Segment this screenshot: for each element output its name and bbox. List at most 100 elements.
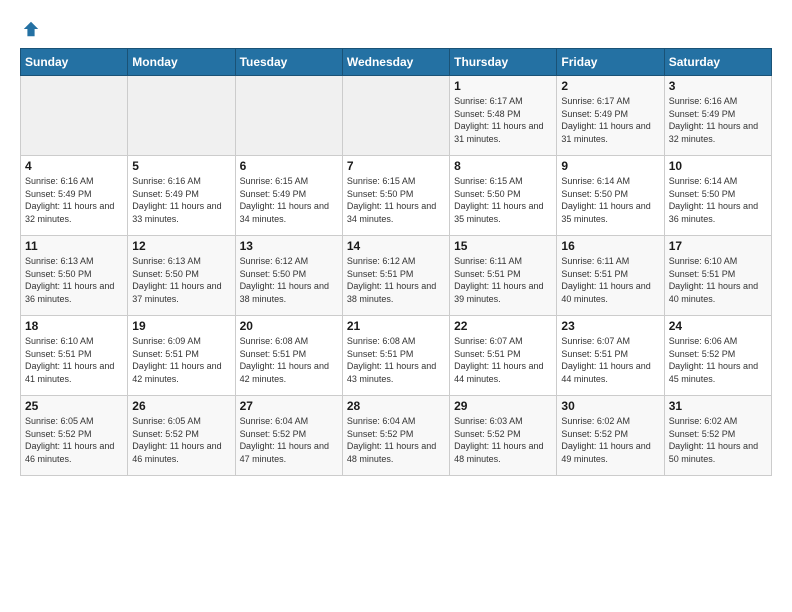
day-info: Sunrise: 6:15 AMSunset: 5:49 PMDaylight:…: [240, 175, 338, 225]
calendar-header-wednesday: Wednesday: [342, 49, 449, 76]
calendar-week-row: 4 Sunrise: 6:16 AMSunset: 5:49 PMDaylight…: [21, 156, 772, 236]
day-number: 7: [347, 159, 445, 173]
calendar-cell: [128, 76, 235, 156]
calendar-cell: 23 Sunrise: 6:07 AMSunset: 5:51 PMDayligh…: [557, 316, 664, 396]
calendar-cell: 1 Sunrise: 6:17 AMSunset: 5:48 PMDaylight…: [450, 76, 557, 156]
calendar-week-row: 11Sunrise: 6:13 AMSunset: 5:50 PMDayligh…: [21, 236, 772, 316]
calendar-cell: 27Sunrise: 6:04 AMSunset: 5:52 PMDayligh…: [235, 396, 342, 476]
day-info: Sunrise: 6:06 AMSunset: 5:52 PMDaylight:…: [669, 335, 767, 385]
calendar-cell: 15 Sunrise: 6:11 AMSunset: 5:51 PMDayligh…: [450, 236, 557, 316]
calendar-cell: 22Sunrise: 6:07 AMSunset: 5:51 PMDayligh…: [450, 316, 557, 396]
calendar-table: SundayMondayTuesdayWednesdayThursdayFrid…: [20, 48, 772, 476]
calendar-cell: 31 Sunrise: 6:02 AMSunset: 5:52 PMDayligh…: [664, 396, 771, 476]
day-info: Sunrise: 6:13 AMSunset: 5:50 PMDaylight:…: [132, 255, 230, 305]
day-info: Sunrise: 6:12 AMSunset: 5:51 PMDaylight:…: [347, 255, 445, 305]
day-info: Sunrise: 6:13 AMSunset: 5:50 PMDaylight:…: [25, 255, 123, 305]
calendar-header-monday: Monday: [128, 49, 235, 76]
day-info: Sunrise: 6:17 AMSunset: 5:49 PMDaylight:…: [561, 95, 659, 145]
day-number: 24: [669, 319, 767, 333]
calendar-week-row: 1 Sunrise: 6:17 AMSunset: 5:48 PMDaylight…: [21, 76, 772, 156]
calendar-cell: [342, 76, 449, 156]
day-number: 10: [669, 159, 767, 173]
day-number: 23: [561, 319, 659, 333]
day-info: Sunrise: 6:10 AMSunset: 5:51 PMDaylight:…: [25, 335, 123, 385]
calendar-cell: 19 Sunrise: 6:09 AMSunset: 5:51 PMDayligh…: [128, 316, 235, 396]
logo-icon: [22, 20, 40, 38]
day-number: 28: [347, 399, 445, 413]
calendar-cell: 5 Sunrise: 6:16 AMSunset: 5:49 PMDaylight…: [128, 156, 235, 236]
day-info: Sunrise: 6:02 AMSunset: 5:52 PMDaylight:…: [669, 415, 767, 465]
day-info: Sunrise: 6:09 AMSunset: 5:51 PMDaylight:…: [132, 335, 230, 385]
calendar-cell: [235, 76, 342, 156]
day-number: 15: [454, 239, 552, 253]
day-info: Sunrise: 6:15 AMSunset: 5:50 PMDaylight:…: [347, 175, 445, 225]
day-number: 17: [669, 239, 767, 253]
calendar-cell: 14 Sunrise: 6:12 AMSunset: 5:51 PMDayligh…: [342, 236, 449, 316]
day-info: Sunrise: 6:14 AMSunset: 5:50 PMDaylight:…: [561, 175, 659, 225]
calendar-cell: 12 Sunrise: 6:13 AMSunset: 5:50 PMDayligh…: [128, 236, 235, 316]
calendar-cell: 9 Sunrise: 6:14 AMSunset: 5:50 PMDaylight…: [557, 156, 664, 236]
day-number: 5: [132, 159, 230, 173]
day-info: Sunrise: 6:10 AMSunset: 5:51 PMDaylight:…: [669, 255, 767, 305]
calendar-week-row: 18 Sunrise: 6:10 AMSunset: 5:51 PMDayligh…: [21, 316, 772, 396]
calendar-cell: 3 Sunrise: 6:16 AMSunset: 5:49 PMDaylight…: [664, 76, 771, 156]
calendar-cell: 18 Sunrise: 6:10 AMSunset: 5:51 PMDayligh…: [21, 316, 128, 396]
calendar-cell: [21, 76, 128, 156]
day-number: 12: [132, 239, 230, 253]
day-number: 14: [347, 239, 445, 253]
day-info: Sunrise: 6:16 AMSunset: 5:49 PMDaylight:…: [132, 175, 230, 225]
day-number: 13: [240, 239, 338, 253]
day-info: Sunrise: 6:11 AMSunset: 5:51 PMDaylight:…: [454, 255, 552, 305]
calendar-cell: 7 Sunrise: 6:15 AMSunset: 5:50 PMDaylight…: [342, 156, 449, 236]
calendar-cell: 10Sunrise: 6:14 AMSunset: 5:50 PMDayligh…: [664, 156, 771, 236]
logo: [20, 20, 40, 38]
calendar-cell: 4 Sunrise: 6:16 AMSunset: 5:49 PMDaylight…: [21, 156, 128, 236]
day-info: Sunrise: 6:08 AMSunset: 5:51 PMDaylight:…: [240, 335, 338, 385]
calendar-cell: 17 Sunrise: 6:10 AMSunset: 5:51 PMDayligh…: [664, 236, 771, 316]
calendar-cell: 16 Sunrise: 6:11 AMSunset: 5:51 PMDayligh…: [557, 236, 664, 316]
day-number: 22: [454, 319, 552, 333]
day-info: Sunrise: 6:16 AMSunset: 5:49 PMDaylight:…: [669, 95, 767, 145]
calendar-week-row: 25 Sunrise: 6:05 AMSunset: 5:52 PMDayligh…: [21, 396, 772, 476]
day-number: 19: [132, 319, 230, 333]
header: [20, 20, 772, 38]
day-info: Sunrise: 6:03 AMSunset: 5:52 PMDaylight:…: [454, 415, 552, 465]
day-number: 26: [132, 399, 230, 413]
day-number: 3: [669, 79, 767, 93]
calendar-cell: 29Sunrise: 6:03 AMSunset: 5:52 PMDayligh…: [450, 396, 557, 476]
calendar-header-tuesday: Tuesday: [235, 49, 342, 76]
day-number: 27: [240, 399, 338, 413]
day-number: 2: [561, 79, 659, 93]
day-info: Sunrise: 6:16 AMSunset: 5:49 PMDaylight:…: [25, 175, 123, 225]
calendar-cell: 28 Sunrise: 6:04 AMSunset: 5:52 PMDayligh…: [342, 396, 449, 476]
page: SundayMondayTuesdayWednesdayThursdayFrid…: [0, 0, 792, 486]
day-number: 31: [669, 399, 767, 413]
day-info: Sunrise: 6:02 AMSunset: 5:52 PMDaylight:…: [561, 415, 659, 465]
day-number: 8: [454, 159, 552, 173]
day-info: Sunrise: 6:17 AMSunset: 5:48 PMDaylight:…: [454, 95, 552, 145]
day-info: Sunrise: 6:07 AMSunset: 5:51 PMDaylight:…: [561, 335, 659, 385]
calendar-cell: 13 Sunrise: 6:12 AMSunset: 5:50 PMDayligh…: [235, 236, 342, 316]
day-number: 18: [25, 319, 123, 333]
calendar-cell: 24 Sunrise: 6:06 AMSunset: 5:52 PMDayligh…: [664, 316, 771, 396]
day-info: Sunrise: 6:05 AMSunset: 5:52 PMDaylight:…: [25, 415, 123, 465]
day-number: 9: [561, 159, 659, 173]
day-number: 21: [347, 319, 445, 333]
calendar-cell: 2 Sunrise: 6:17 AMSunset: 5:49 PMDaylight…: [557, 76, 664, 156]
day-info: Sunrise: 6:04 AMSunset: 5:52 PMDaylight:…: [347, 415, 445, 465]
calendar-cell: 30 Sunrise: 6:02 AMSunset: 5:52 PMDayligh…: [557, 396, 664, 476]
day-info: Sunrise: 6:05 AMSunset: 5:52 PMDaylight:…: [132, 415, 230, 465]
calendar-header-friday: Friday: [557, 49, 664, 76]
day-info: Sunrise: 6:12 AMSunset: 5:50 PMDaylight:…: [240, 255, 338, 305]
calendar-header-row: SundayMondayTuesdayWednesdayThursdayFrid…: [21, 49, 772, 76]
day-number: 4: [25, 159, 123, 173]
day-info: Sunrise: 6:11 AMSunset: 5:51 PMDaylight:…: [561, 255, 659, 305]
day-info: Sunrise: 6:15 AMSunset: 5:50 PMDaylight:…: [454, 175, 552, 225]
calendar-header-thursday: Thursday: [450, 49, 557, 76]
day-number: 1: [454, 79, 552, 93]
calendar-cell: 11Sunrise: 6:13 AMSunset: 5:50 PMDayligh…: [21, 236, 128, 316]
day-number: 25: [25, 399, 123, 413]
day-number: 16: [561, 239, 659, 253]
day-number: 30: [561, 399, 659, 413]
calendar-cell: 26 Sunrise: 6:05 AMSunset: 5:52 PMDayligh…: [128, 396, 235, 476]
